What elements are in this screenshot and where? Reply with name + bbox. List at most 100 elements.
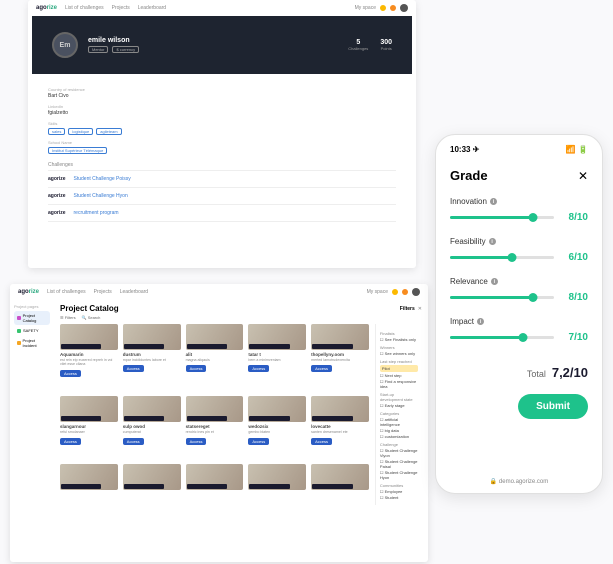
sidebar-item[interactable]: Project Catalog xyxy=(14,311,50,325)
card-subtitle: merted lamotrudexercita xyxy=(311,358,369,362)
filter-option[interactable]: ☐ Employee xyxy=(380,489,418,494)
filter-badge[interactable]: Pilot xyxy=(380,365,418,372)
nav-leaderboard[interactable]: Leaderboard xyxy=(138,5,166,11)
card-image xyxy=(123,464,181,490)
sidebar-item[interactable]: Project Incident xyxy=(14,336,50,350)
challenge-link[interactable]: Student Challenge Poissy xyxy=(74,176,131,182)
project-card[interactable] xyxy=(311,464,369,505)
filter-option[interactable]: ☐ Find a responsive idea xyxy=(380,379,418,389)
close-icon[interactable]: ✕ xyxy=(578,169,588,183)
project-card[interactable]: dustrummpar incididuntes labore etAccess xyxy=(123,324,181,391)
card-title: sulp owod xyxy=(123,424,181,429)
project-card[interactable]: statseregetrendric ines pin etAccess xyxy=(186,396,244,459)
skill-tag[interactable]: logistique xyxy=(68,128,93,135)
card-subtitle: gembo blaten xyxy=(248,430,306,434)
nav-challenges[interactable]: List of challenges xyxy=(47,289,86,295)
logo[interactable]: agorize xyxy=(36,5,57,11)
notification-icon[interactable] xyxy=(392,289,398,295)
info-icon[interactable]: i xyxy=(490,198,497,205)
submit-button[interactable]: Submit xyxy=(518,394,588,419)
filter-option[interactable]: ☐ Next step xyxy=(380,373,418,378)
challenge-link[interactable]: recruitment program xyxy=(74,210,119,216)
total-value: 7,2/10 xyxy=(552,365,588,380)
grade-slider[interactable] xyxy=(450,336,554,339)
project-card[interactable] xyxy=(248,464,306,505)
notification-icon[interactable] xyxy=(380,5,386,11)
filter-option[interactable]: ☐ big data xyxy=(380,428,418,433)
filter-option[interactable]: ☐ Student Challenge Viyon xyxy=(380,448,418,458)
tool-filters[interactable]: ☰ Filters xyxy=(60,315,76,320)
alert-icon[interactable] xyxy=(390,5,396,11)
info-icon[interactable]: i xyxy=(489,238,496,245)
filter-option[interactable]: ☐ artificial intelligence xyxy=(380,417,418,427)
nav-challenges[interactable]: List of challenges xyxy=(65,5,104,11)
nav-myspace[interactable]: My space xyxy=(355,5,376,11)
access-button[interactable]: Access xyxy=(186,365,207,372)
access-button[interactable]: Access xyxy=(123,438,144,445)
grade-slider[interactable] xyxy=(450,256,554,259)
skill-tag[interactable]: agileteam xyxy=(96,128,121,135)
access-button[interactable]: Access xyxy=(248,438,269,445)
catalog-title: Project Catalog xyxy=(60,304,119,313)
card-subtitle: bem a minimveniam xyxy=(248,358,306,362)
challenge-link[interactable]: Student Challenge Hyon xyxy=(74,193,128,199)
project-card[interactable] xyxy=(123,464,181,505)
nav-projects[interactable]: Projects xyxy=(94,289,112,295)
project-card[interactable]: alitmagna aliqauisAccess xyxy=(186,324,244,391)
close-filters-icon[interactable]: ✕ xyxy=(418,306,422,312)
linkedin-label: LinkedIn xyxy=(48,104,396,109)
card-subtitle: rendric ines pin et xyxy=(186,430,244,434)
user-avatar[interactable] xyxy=(412,288,420,296)
project-card[interactable]: slangarnourreful smolanaerAccess xyxy=(60,396,118,459)
project-card[interactable]: Aquamarinest rein eip euxered repreh in … xyxy=(60,324,118,391)
filter-option[interactable]: ☐ Early stage xyxy=(380,403,418,408)
stat-challenges: 5Challenges xyxy=(348,39,368,51)
nav-leaderboard[interactable]: Leaderboard xyxy=(120,289,148,295)
filter-section: Start-up development state xyxy=(380,392,418,402)
card-subtitle: est rein eip euxered repreh in voi vilet… xyxy=(60,358,118,367)
info-icon[interactable]: i xyxy=(477,318,484,325)
filter-option[interactable]: ☐ See winners only xyxy=(380,351,418,356)
access-button[interactable]: Access xyxy=(123,365,144,372)
card-subtitle: reful smolanaer xyxy=(60,430,118,434)
project-card[interactable]: sulp owodcumputeratAccess xyxy=(123,396,181,459)
tool-search[interactable]: 🔍 Search xyxy=(82,315,101,320)
filter-option[interactable]: ☐ See Finalists only xyxy=(380,337,418,342)
project-card[interactable] xyxy=(60,464,118,505)
access-button[interactable]: Access xyxy=(248,365,269,372)
project-card[interactable]: thopellyny.oommerted lamotrudexercitaAcc… xyxy=(311,324,369,391)
access-button[interactable]: Access xyxy=(60,370,81,377)
project-card[interactable]: tatar tbem a minimveniamAccess xyxy=(248,324,306,391)
challenge-row[interactable]: agorize Student Challenge Hyon xyxy=(48,188,396,205)
status-icons: 📶 🔋 xyxy=(566,145,588,154)
card-image xyxy=(60,464,118,490)
school-tag[interactable]: Institut Supérieur Télémaque xyxy=(48,147,107,154)
access-button[interactable]: Access xyxy=(60,438,81,445)
project-card[interactable]: lovecattesanten dresenamel eteAccess xyxy=(311,396,369,459)
criterion-label: Impact i xyxy=(450,317,588,326)
access-button[interactable]: Access xyxy=(311,365,332,372)
logo[interactable]: agorize xyxy=(18,289,39,295)
skill-tag[interactable]: sales xyxy=(48,128,65,135)
access-button[interactable]: Access xyxy=(186,438,207,445)
challenge-row[interactable]: agorize Student Challenge Poissy xyxy=(48,171,396,188)
nav-projects[interactable]: Projects xyxy=(112,5,130,11)
filters-toggle[interactable]: Filters xyxy=(400,306,415,312)
user-avatar[interactable] xyxy=(400,4,408,12)
challenge-logo: agorize xyxy=(48,193,66,199)
info-icon[interactable]: i xyxy=(491,278,498,285)
project-card[interactable]: wedozsixgembo blatenAccess xyxy=(248,396,306,459)
filter-option[interactable]: ☐ customization xyxy=(380,434,418,439)
grade-slider[interactable] xyxy=(450,296,554,299)
filter-option[interactable]: ☐ Student Challenge Paisal xyxy=(380,459,418,469)
card-image xyxy=(123,396,181,422)
access-button[interactable]: Access xyxy=(311,438,332,445)
challenge-row[interactable]: agorize recruitment program xyxy=(48,205,396,222)
nav-myspace[interactable]: My space xyxy=(367,289,388,295)
project-card[interactable] xyxy=(186,464,244,505)
filter-option[interactable]: ☐ Student Challenge Hyon xyxy=(380,470,418,480)
sidebar-item[interactable]: SAFETY xyxy=(14,326,50,335)
grade-slider[interactable] xyxy=(450,216,554,219)
filter-option[interactable]: ☐ Student xyxy=(380,495,418,500)
alert-icon[interactable] xyxy=(402,289,408,295)
